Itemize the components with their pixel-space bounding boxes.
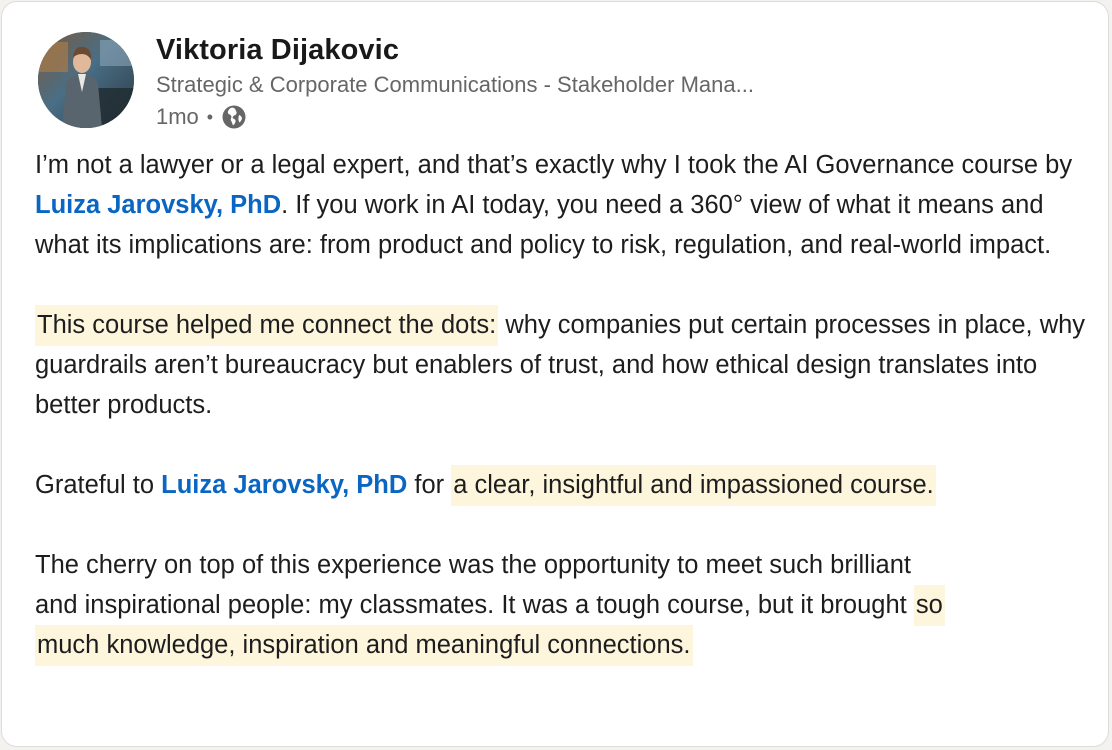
post-card: Viktoria Dijakovic Strategic & Corporate… xyxy=(1,1,1109,747)
post-paragraph-1: I’m not a lawyer or a legal expert, and … xyxy=(35,145,1095,265)
highlighted-text: a clear, insightful and impassioned cour… xyxy=(451,465,936,506)
post-text: I’m not a lawyer or a legal expert, and … xyxy=(35,145,1095,666)
post-paragraph-3: Grateful to Luiza Jarovsky, PhD for a cl… xyxy=(35,465,1095,506)
author-name[interactable]: Viktoria Dijakovic xyxy=(156,34,399,67)
avatar[interactable] xyxy=(38,32,134,128)
globe-icon xyxy=(220,103,248,131)
post-paragraph-4: The cherry on top of this experience was… xyxy=(35,545,960,666)
post-meta: 1mo • xyxy=(156,103,248,131)
post-header: Viktoria Dijakovic Strategic & Corporate… xyxy=(38,32,1078,131)
author-headline: Strategic & Corporate Communications - S… xyxy=(156,72,754,97)
text-segment: Grateful to xyxy=(35,471,162,499)
mention-link[interactable]: Luiza Jarovsky, PhD xyxy=(161,471,407,499)
post-time[interactable]: 1mo xyxy=(156,104,199,130)
meta-separator: • xyxy=(206,106,214,127)
text-segment: I’m not a lawyer or a legal expert, and … xyxy=(35,151,1073,179)
mention-link[interactable]: Luiza Jarovsky, PhD xyxy=(35,191,281,219)
post-paragraph-2: This course helped me connect the dots: … xyxy=(35,305,1095,425)
text-segment: for xyxy=(407,471,452,499)
highlighted-text: This course helped me connect the dots: xyxy=(35,305,499,346)
text-segment: The cherry on top of this experience was… xyxy=(35,551,914,619)
avatar-photo xyxy=(38,32,134,128)
